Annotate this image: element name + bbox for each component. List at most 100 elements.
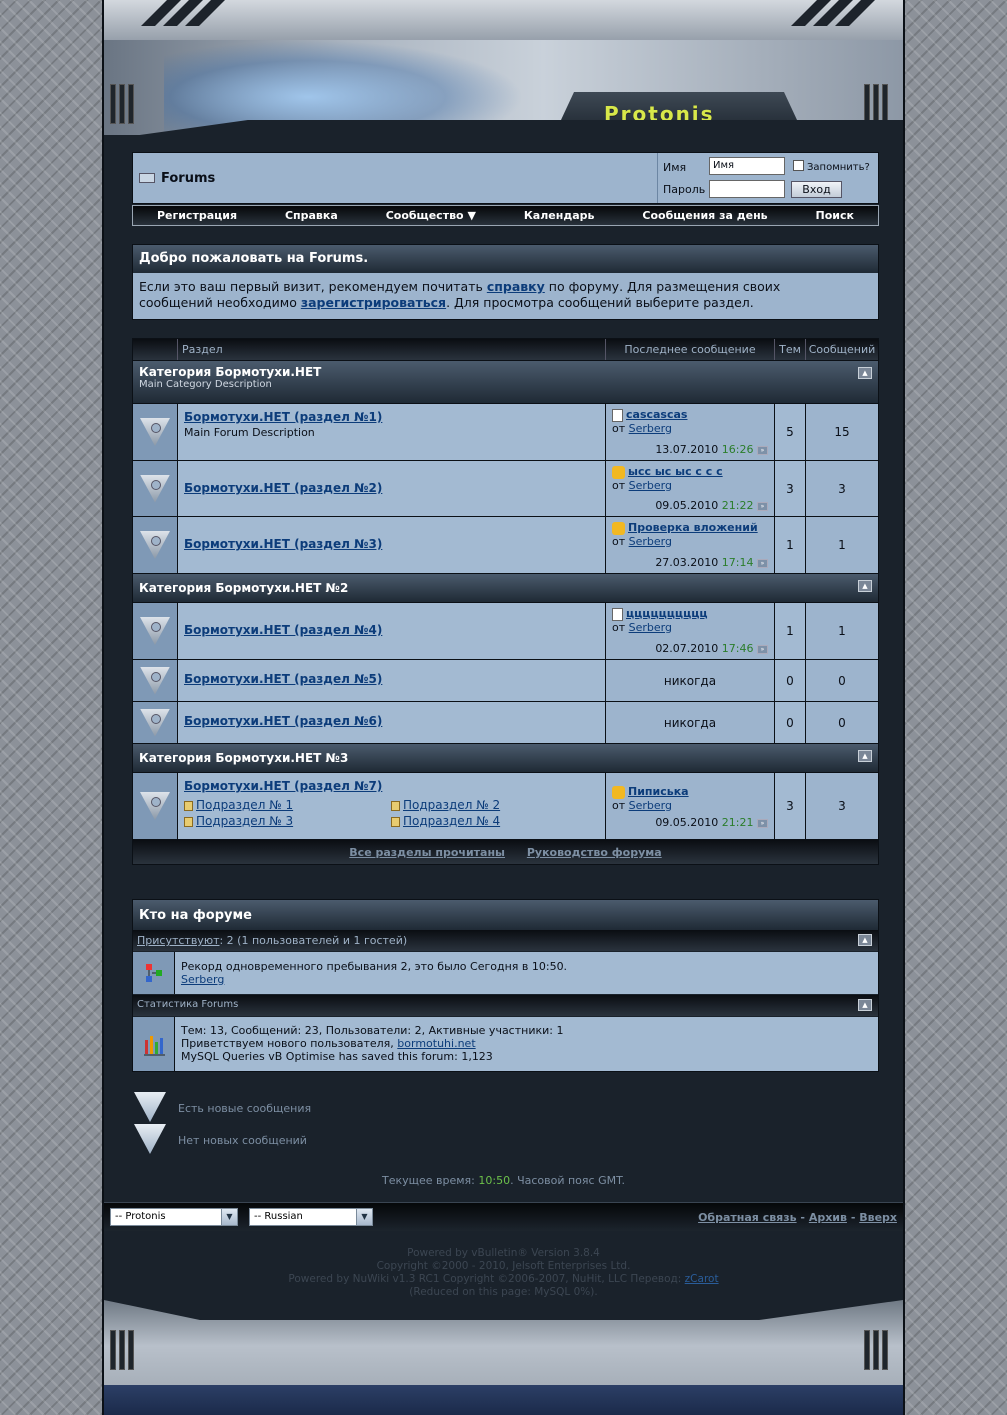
last-poster-link[interactable]: Serberg (629, 621, 672, 634)
forum-link[interactable]: Бормотухи.НЕТ (раздел №5) (184, 672, 382, 686)
thumbs-up-icon (612, 785, 625, 799)
legend-old: Нет новых сообщений (178, 1134, 307, 1147)
thumbs-up-icon (612, 521, 625, 535)
forum-link[interactable]: Бормотухи.НЕТ (раздел №4) (184, 623, 382, 637)
nav-calendar[interactable]: Календарь (524, 209, 595, 222)
contact-link[interactable]: Обратная связь (698, 1211, 797, 1224)
subforum-icon (391, 816, 400, 827)
go-last-icon[interactable]: » (757, 501, 768, 511)
forum-status-icon (140, 418, 170, 446)
last-poster-link[interactable]: Serberg (629, 479, 672, 492)
last-poster-link[interactable]: Serberg (629, 422, 672, 435)
last-post-link[interactable]: Пиписька (628, 785, 689, 798)
forum-row: Бормотухи.НЕТ (раздел №2) ысс ыс ыс с с … (133, 460, 878, 516)
category-header[interactable]: Категория Бормотухи.НЕТ №3 ▲ (133, 743, 878, 772)
header-top (104, 0, 903, 40)
login-button[interactable]: Вход (791, 181, 842, 198)
subforum-link[interactable]: Подраздел № 4 (403, 814, 500, 828)
collapse-icon[interactable]: ▲ (858, 999, 872, 1011)
subforum-link[interactable]: Подраздел № 1 (196, 798, 293, 812)
forum-row: Бормотухи.НЕТ (раздел №3) Проверка вложе… (133, 516, 878, 573)
collapse-icon[interactable]: ▲ (858, 580, 872, 592)
welcome-box: Добро пожаловать на Forums. Если это ваш… (132, 244, 879, 320)
folder-open-icon (139, 173, 155, 183)
register-link[interactable]: зарегистрироваться (301, 295, 446, 310)
subforum-list: Подраздел № 1 Подраздел № 2 Подраздел № … (184, 797, 599, 829)
password-label: Пароль (663, 183, 706, 196)
go-last-icon[interactable]: » (757, 818, 768, 828)
collapse-icon[interactable]: ▲ (858, 750, 872, 762)
archive-link[interactable]: Архив (809, 1211, 847, 1224)
last-post-link[interactable]: cascascas (626, 408, 687, 421)
mark-read-link[interactable]: Все разделы прочитаны (349, 846, 505, 859)
new-user-link[interactable]: bormotuhi.net (397, 1037, 475, 1050)
leaders-link[interactable]: Руководство форума (527, 846, 662, 859)
style-select[interactable]: -- Protonis ▼ (110, 1208, 238, 1226)
present-link[interactable]: Присутствуют (137, 934, 219, 947)
go-last-icon[interactable]: » (757, 445, 768, 455)
nav-search[interactable]: Поиск (816, 209, 854, 222)
nav-register[interactable]: Регистрация (157, 209, 237, 222)
present-bar: Присутствуют: 2 (1 пользователей и 1 гос… (133, 930, 878, 951)
last-poster-link[interactable]: Serberg (629, 799, 672, 812)
navbar: Регистрация Справка Сообщество ▼ Календа… (132, 205, 879, 226)
legend-new: Есть новые сообщения (178, 1102, 312, 1115)
password-input[interactable] (709, 180, 785, 198)
stats-bar: Статистика Forums ▲ (133, 995, 878, 1016)
last-post-link[interactable]: цццццццццц (626, 607, 708, 620)
online-user-link[interactable]: Serberg (181, 973, 224, 986)
thumbs-up-icon (612, 465, 625, 479)
subforum-icon (391, 800, 400, 811)
last-post-link[interactable]: ысс ыс ыс с с с (628, 465, 723, 478)
subforum-link[interactable]: Подраздел № 2 (403, 798, 500, 812)
bottom-bar: -- Protonis ▼ -- Russian ▼ Обратная связь … (104, 1202, 903, 1231)
whos-online-title: Кто на форуме (133, 900, 878, 930)
forum-status-icon (140, 531, 170, 559)
language-select[interactable]: -- Russian ▼ (249, 1208, 373, 1226)
no-new-posts-icon (134, 1124, 166, 1154)
login-box: Имя Имя Запомнить? Пароль Вход (657, 153, 878, 203)
collapse-icon[interactable]: ▲ (858, 367, 872, 379)
subforum-link[interactable]: Подраздел № 3 (196, 814, 293, 828)
forum-row: Бормотухи.НЕТ (раздел №1) Main Forum Desc… (133, 403, 878, 460)
forum-link[interactable]: Бормотухи.НЕТ (раздел №1) (184, 410, 382, 424)
forum-status-icon (140, 708, 170, 737)
whos-online-box: Кто на форуме Присутствуют: 2 (1 пользов… (132, 899, 879, 1072)
category-header[interactable]: Категория Бормотухи.НЕТ Main Category Des… (133, 360, 878, 403)
top-link[interactable]: Вверх (859, 1211, 897, 1224)
help-link[interactable]: справку (487, 279, 545, 294)
forum-row: Бормотухи.НЕТ (раздел №5) никогда 0 0 (133, 659, 878, 701)
table-header: Раздел Последнее сообщение Тем Сообщений (133, 339, 878, 360)
forum-link[interactable]: Бормотухи.НЕТ (раздел №6) (184, 714, 382, 728)
document-icon (612, 408, 623, 422)
bar-chart-icon (143, 1036, 165, 1056)
username-input[interactable]: Имя (709, 157, 785, 175)
forum-link[interactable]: Бормотухи.НЕТ (раздел №7) (184, 779, 382, 793)
record-row: Рекорд одновременного пребывания 2, это … (133, 952, 878, 994)
forum-link[interactable]: Бормотухи.НЕТ (раздел №3) (184, 537, 382, 551)
dropdown-arrow-icon: ▼ (356, 1209, 372, 1225)
page-wrapper: Protonis Forums Имя Имя Запомнить? Парол… (102, 0, 905, 1415)
forum-table: Раздел Последнее сообщение Тем Сообщений… (132, 338, 879, 865)
forum-title[interactable]: Forums (161, 171, 215, 186)
go-last-icon[interactable]: » (757, 644, 768, 654)
nav-todays-posts[interactable]: Сообщения за день (642, 209, 767, 222)
forum-status-icon (140, 474, 170, 503)
translator-link[interactable]: zCarot (685, 1273, 719, 1285)
welcome-title: Добро пожаловать на Forums. (133, 245, 878, 273)
nav-community[interactable]: Сообщество ▼ (386, 209, 476, 222)
last-poster-link[interactable]: Serberg (629, 535, 672, 548)
username-label: Имя (663, 161, 687, 174)
remember-checkbox[interactable] (793, 160, 804, 171)
forum-row: Бормотухи.НЕТ (раздел №6) никогда 0 0 (133, 701, 878, 743)
document-icon (612, 607, 623, 621)
go-last-icon[interactable]: » (757, 558, 768, 568)
forum-link[interactable]: Бормотухи.НЕТ (раздел №2) (184, 481, 382, 495)
last-post-link[interactable]: Проверка вложений (628, 521, 758, 534)
category-header[interactable]: Категория Бормотухи.НЕТ №2 ▲ (133, 573, 878, 602)
subforum-icon (184, 800, 193, 811)
forum-table-footer: Все разделы прочитаны Руководство форума (133, 839, 878, 864)
nav-help[interactable]: Справка (285, 209, 338, 222)
collapse-icon[interactable]: ▲ (858, 934, 872, 946)
forum-title-bar: Forums Имя Имя Запомнить? Пароль Вход (132, 152, 879, 204)
